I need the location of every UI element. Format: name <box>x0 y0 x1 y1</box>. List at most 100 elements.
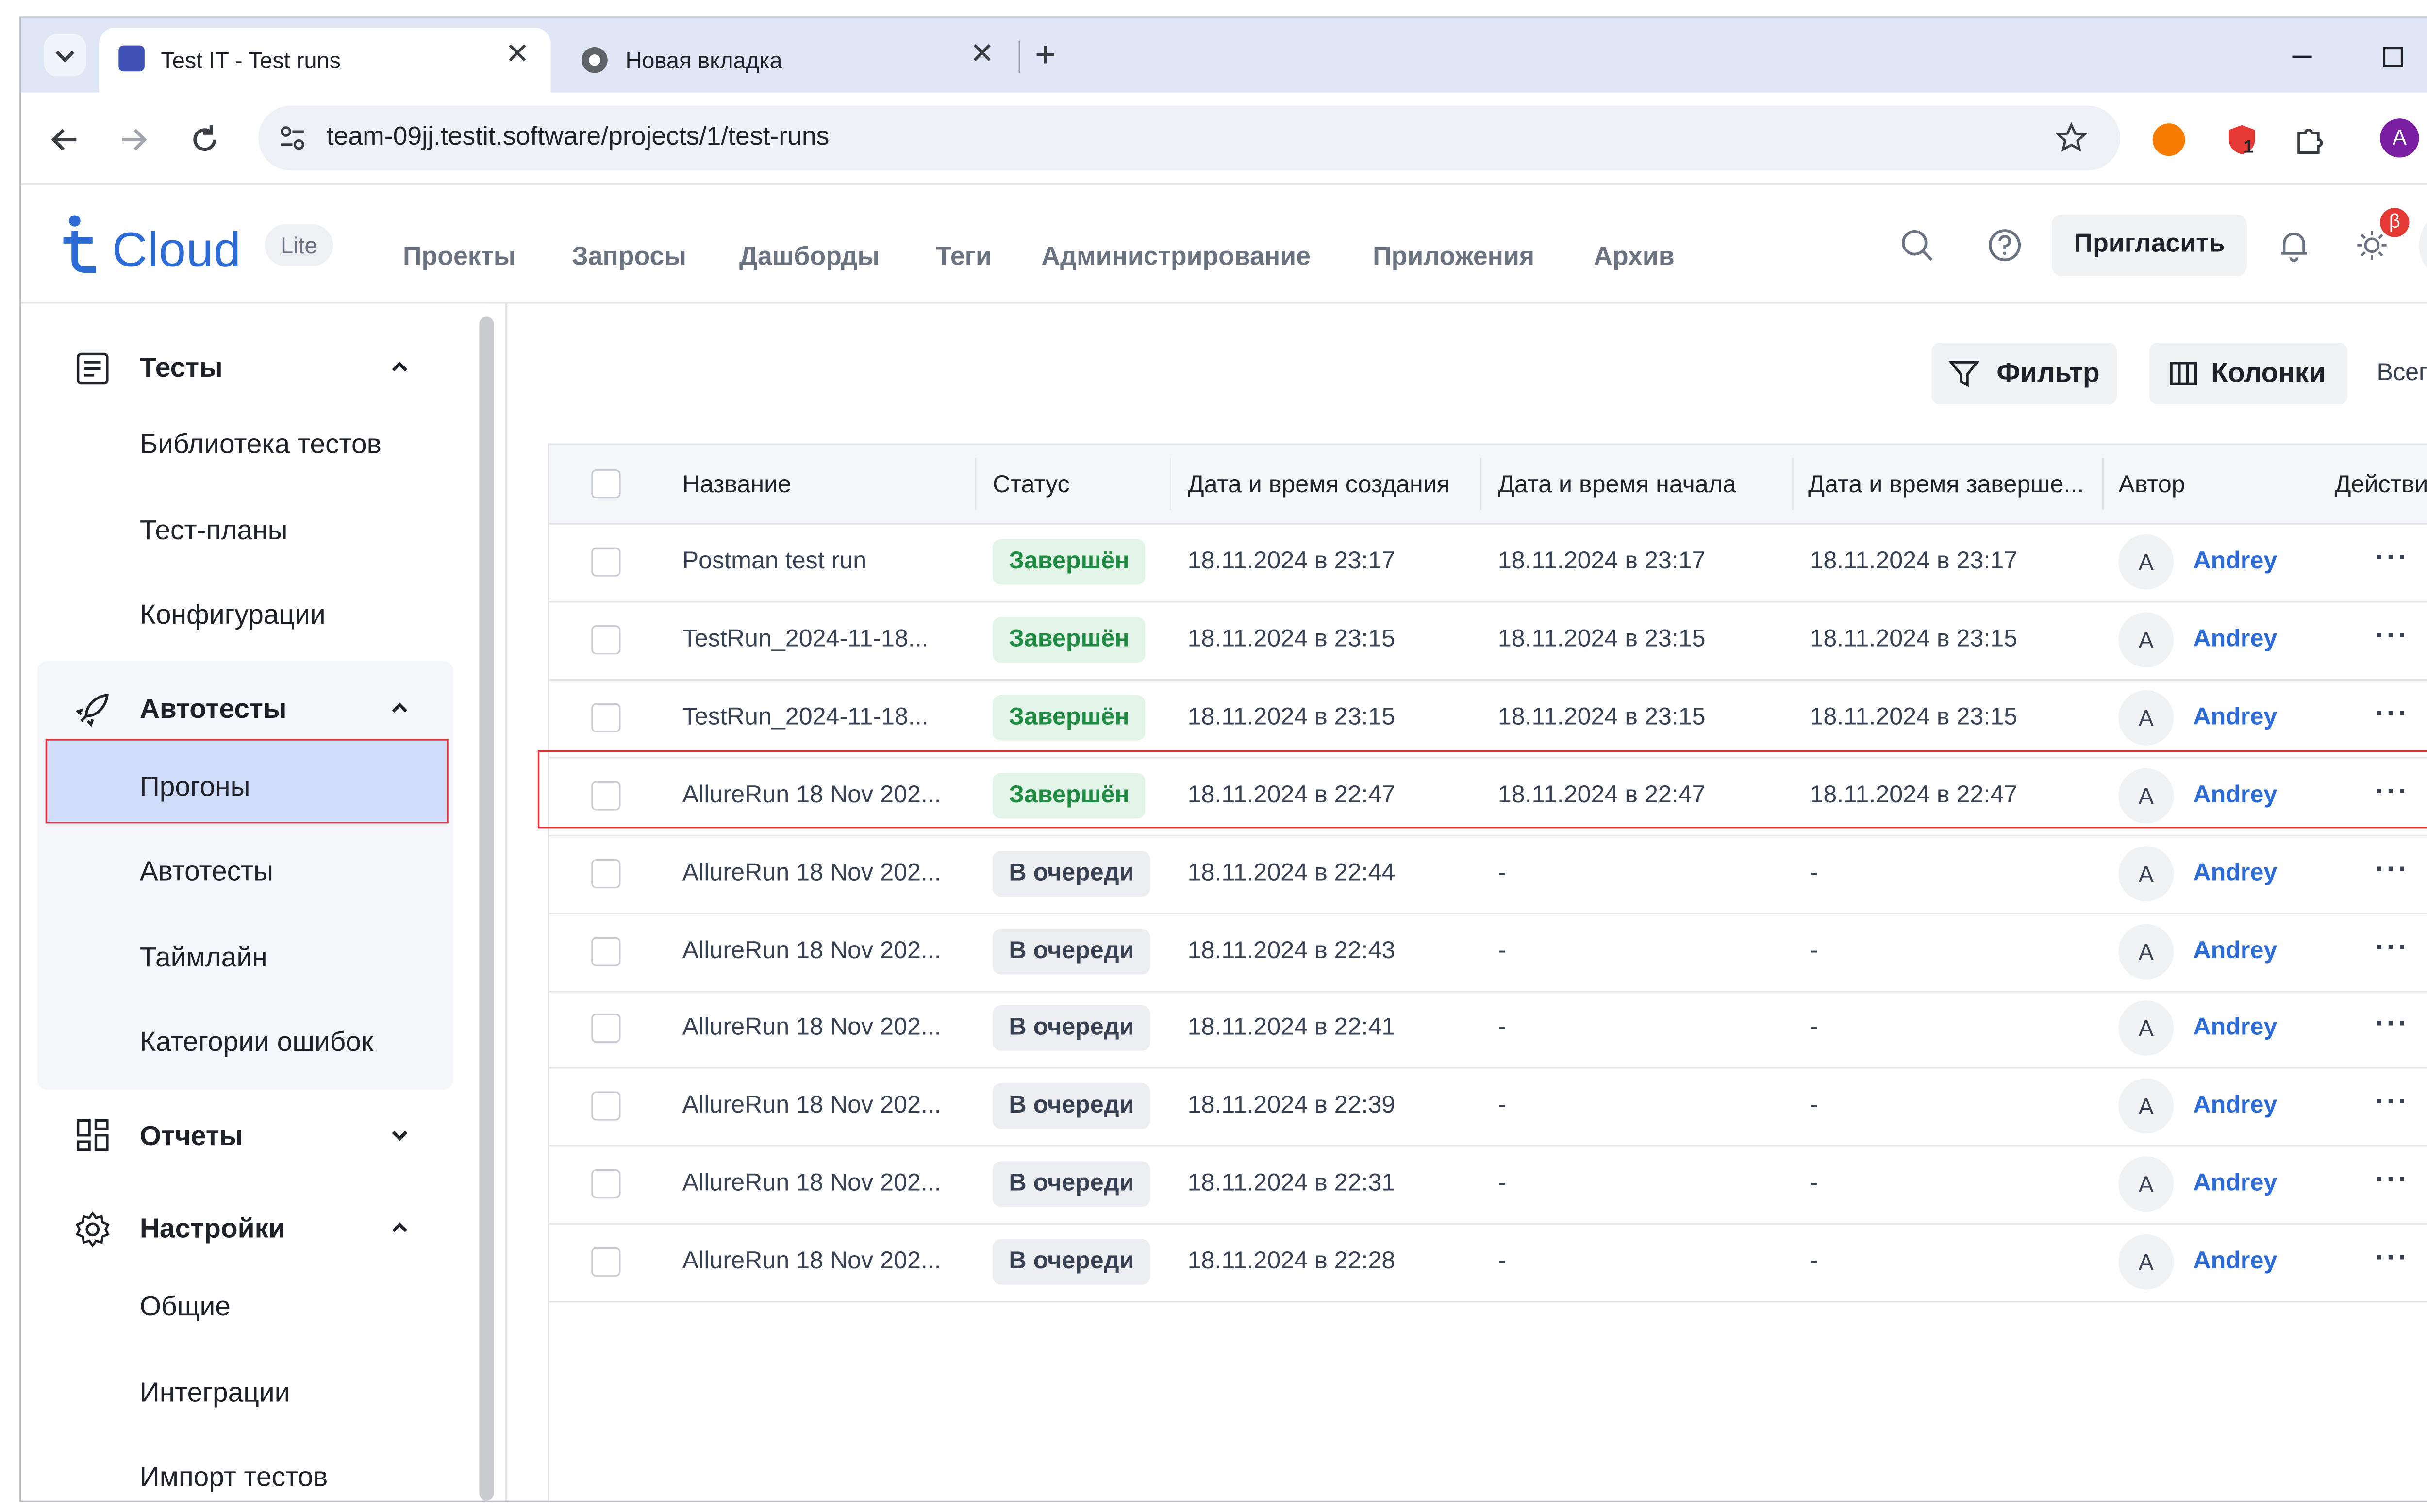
author-link[interactable]: Andrey <box>2193 548 2277 575</box>
tab-search-button[interactable] <box>44 34 86 77</box>
row-actions-menu-icon[interactable]: ··· <box>2375 618 2409 652</box>
sidebar-section-settings[interactable]: Настройки <box>140 1213 285 1246</box>
minimize-icon[interactable] <box>2282 37 2321 76</box>
table-row[interactable]: Postman test run Завершён 18.11.2024 в 23:… <box>549 525 2427 603</box>
sidebar-item-integrations[interactable]: Интеграции <box>140 1377 290 1410</box>
row-checkbox[interactable] <box>591 547 621 577</box>
row-checkbox[interactable] <box>591 936 621 966</box>
row-actions-menu-icon[interactable]: ··· <box>2375 541 2409 575</box>
column-divider[interactable] <box>1480 458 1482 510</box>
address-bar[interactable]: team-09jj.testit.software/projects/1/tes… <box>258 105 2120 171</box>
column-divider[interactable] <box>1792 458 1794 510</box>
column-divider[interactable] <box>1169 458 1172 510</box>
extension-orange-icon[interactable] <box>2152 123 2185 156</box>
columns-button[interactable]: Колонки <box>2149 342 2348 405</box>
table-row[interactable]: AllureRun 18 Nov 202... В очереди 18.11.20… <box>549 991 2427 1069</box>
chevron-up-icon[interactable] <box>385 1213 414 1242</box>
run-name-link[interactable]: TestRun_2024-11-18... <box>682 703 929 731</box>
run-name-link[interactable]: AllureRun 18 Nov 202... <box>682 1170 941 1197</box>
row-actions-menu-icon[interactable]: ··· <box>2375 852 2409 886</box>
close-tab-icon[interactable]: ✕ <box>970 39 995 68</box>
bell-icon[interactable] <box>2276 227 2312 263</box>
nav-apps[interactable]: Приложения <box>1373 244 1534 273</box>
site-settings-icon[interactable] <box>278 123 307 152</box>
run-name-link[interactable]: AllureRun 18 Nov 202... <box>682 859 941 886</box>
row-actions-menu-icon[interactable]: ··· <box>2375 697 2409 731</box>
column-header-name[interactable]: Название <box>682 471 791 498</box>
row-checkbox[interactable] <box>591 1092 621 1121</box>
row-actions-menu-icon[interactable]: ··· <box>2375 1085 2409 1119</box>
author-link[interactable]: Andrey <box>2193 1170 2277 1197</box>
run-name-link[interactable]: TestRun_2024-11-18... <box>682 625 929 653</box>
sidebar-item-test-plans[interactable]: Тест-планы <box>140 515 288 548</box>
nav-tags[interactable]: Теги <box>936 244 992 273</box>
row-actions-menu-icon[interactable]: ··· <box>2375 1008 2409 1042</box>
row-checkbox[interactable] <box>591 858 621 888</box>
table-row[interactable]: AllureRun 18 Nov 202... В очереди 18.11.20… <box>549 914 2427 992</box>
tab-new-tab[interactable]: Новая вкладка ✕ <box>561 28 1015 93</box>
table-row[interactable]: TestRun_2024-11-18... Завершён 18.11.2024 … <box>549 680 2427 758</box>
column-divider[interactable] <box>975 458 977 510</box>
table-row[interactable]: AllureRun 18 Nov 202... В очереди 18.11.20… <box>549 836 2427 914</box>
run-name-link[interactable]: AllureRun 18 Nov 202... <box>682 1014 941 1042</box>
run-name-link[interactable]: AllureRun 18 Nov 202... <box>682 1092 941 1119</box>
row-checkbox[interactable] <box>591 1247 621 1277</box>
logo-text[interactable]: Cloud <box>112 224 241 280</box>
sidebar-item-test-library[interactable]: Библиотека тестов <box>140 429 382 461</box>
row-checkbox[interactable] <box>591 625 621 655</box>
author-link[interactable]: Andrey <box>2193 1247 2277 1275</box>
column-header-finished[interactable]: Дата и время заверше... <box>1808 471 2084 498</box>
author-link[interactable]: Andrey <box>2193 936 2277 964</box>
sidebar-section-autotests[interactable]: Автотесты <box>140 694 287 726</box>
sidebar-item-runs[interactable]: Прогоны <box>140 771 250 804</box>
sidebar-item-autotests[interactable]: Автотесты <box>140 856 273 888</box>
new-tab-button[interactable]: + <box>1035 36 1056 73</box>
extension-shield-icon[interactable]: 1 <box>2224 122 2260 158</box>
run-name-link[interactable]: AllureRun 18 Nov 202... <box>682 936 941 964</box>
sidebar-item-import-tests[interactable]: Импорт тестов <box>140 1462 328 1494</box>
nav-projects[interactable]: Проекты <box>403 244 515 273</box>
author-link[interactable]: Andrey <box>2193 859 2277 886</box>
column-header-status[interactable]: Статус <box>993 471 1070 498</box>
table-row[interactable]: AllureRun 18 Nov 202... В очереди 18.11.20… <box>549 1069 2427 1147</box>
nav-administration[interactable]: Администрирование <box>1041 244 1311 273</box>
author-link[interactable]: Andrey <box>2193 625 2277 653</box>
chevron-up-icon[interactable] <box>385 694 414 723</box>
table-row[interactable]: AllureRun 18 Nov 202... В очереди 18.11.20… <box>549 1147 2427 1225</box>
chevron-up-icon[interactable] <box>385 352 414 382</box>
close-tab-icon[interactable]: ✕ <box>505 39 530 68</box>
star-bookmark-icon[interactable] <box>2055 122 2088 154</box>
maximize-icon[interactable] <box>2374 37 2412 76</box>
reload-icon[interactable] <box>187 122 223 158</box>
row-checkbox[interactable] <box>591 1169 621 1199</box>
extensions-puzzle-icon[interactable] <box>2292 122 2328 158</box>
filter-button[interactable]: Фильтр <box>1931 342 2117 405</box>
column-header-created[interactable]: Дата и время создания <box>1188 471 1450 498</box>
back-arrow-icon[interactable] <box>47 122 83 158</box>
row-actions-menu-icon[interactable]: ··· <box>2375 1163 2409 1197</box>
user-avatar[interactable]: A <box>2419 208 2427 283</box>
sidebar-section-tests[interactable]: Тесты <box>140 352 223 385</box>
column-divider[interactable] <box>2102 458 2104 510</box>
tab-test-runs[interactable]: Test IT - Test runs ✕ <box>99 27 551 93</box>
row-actions-menu-icon[interactable]: ··· <box>2375 930 2409 964</box>
search-icon[interactable] <box>1899 227 1935 263</box>
table-row[interactable]: AllureRun 18 Nov 202... В очереди 18.11.20… <box>549 1225 2427 1303</box>
sidebar-item-timeline[interactable]: Таймлайн <box>140 942 267 975</box>
author-link[interactable]: Andrey <box>2193 1092 2277 1119</box>
nav-requests[interactable]: Запросы <box>572 244 686 273</box>
invite-button[interactable]: Пригласить <box>2052 214 2247 276</box>
table-row[interactable]: TestRun_2024-11-18... Завершён 18.11.2024 … <box>549 602 2427 681</box>
chevron-down-icon[interactable] <box>385 1121 414 1150</box>
forward-arrow-icon[interactable] <box>116 122 151 158</box>
sidebar-item-configurations[interactable]: Конфигурации <box>140 599 326 632</box>
help-icon[interactable] <box>1987 227 2023 263</box>
row-checkbox[interactable] <box>591 703 621 732</box>
sidebar-item-general[interactable]: Общие <box>140 1291 231 1324</box>
nav-dashboards[interactable]: Дашборды <box>739 244 880 273</box>
row-checkbox[interactable] <box>591 1014 621 1044</box>
sidebar-item-error-categories[interactable]: Категории ошибок <box>140 1027 373 1059</box>
author-link[interactable]: Andrey <box>2193 703 2277 731</box>
run-name-link[interactable]: Postman test run <box>682 548 867 575</box>
column-header-started[interactable]: Дата и время начала <box>1498 471 1736 498</box>
